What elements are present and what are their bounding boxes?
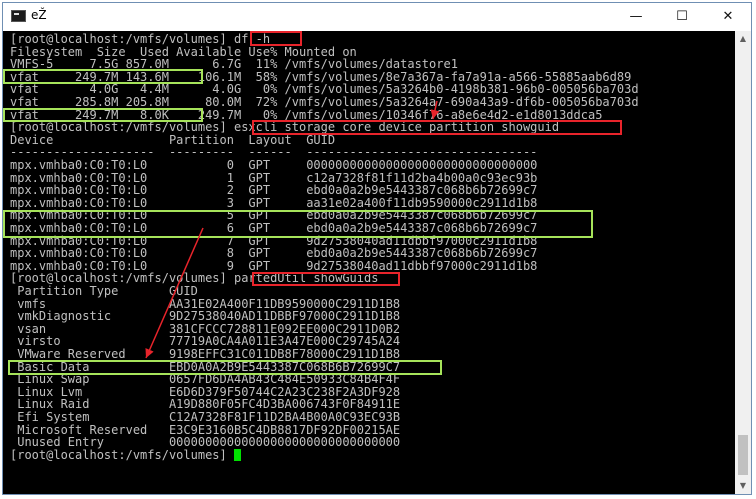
window-title: eŽ (31, 8, 47, 22)
scroll-down-arrow-icon[interactable]: ▼ (735, 478, 751, 494)
maximize-icon: ☐ (676, 9, 688, 24)
close-button[interactable]: ✕ (705, 3, 751, 31)
arrow-to-basic-data (145, 227, 204, 359)
scrollbar-thumb[interactable] (738, 435, 748, 475)
close-icon: ✕ (722, 9, 734, 24)
minimize-button[interactable]: — (613, 3, 659, 31)
terminal-window: eŽ — ☐ ✕ [root@localhost:/vmfs/volumes] … (2, 2, 752, 495)
scroll-up-arrow-icon[interactable]: ▲ (735, 31, 751, 47)
title-bar[interactable]: eŽ — ☐ ✕ (3, 3, 751, 32)
terminal-app-icon (11, 10, 26, 22)
terminal-output[interactable]: [root@localhost:/vmfs/volumes] df -h File… (3, 31, 735, 494)
annotation-arrows (145, 100, 440, 359)
minimize-icon: — (629, 9, 643, 24)
arrow-df-to-esxcli (430, 100, 440, 120)
vertical-scrollbar[interactable]: ▲ ▼ (735, 31, 751, 494)
maximize-button[interactable]: ☐ (659, 3, 705, 31)
